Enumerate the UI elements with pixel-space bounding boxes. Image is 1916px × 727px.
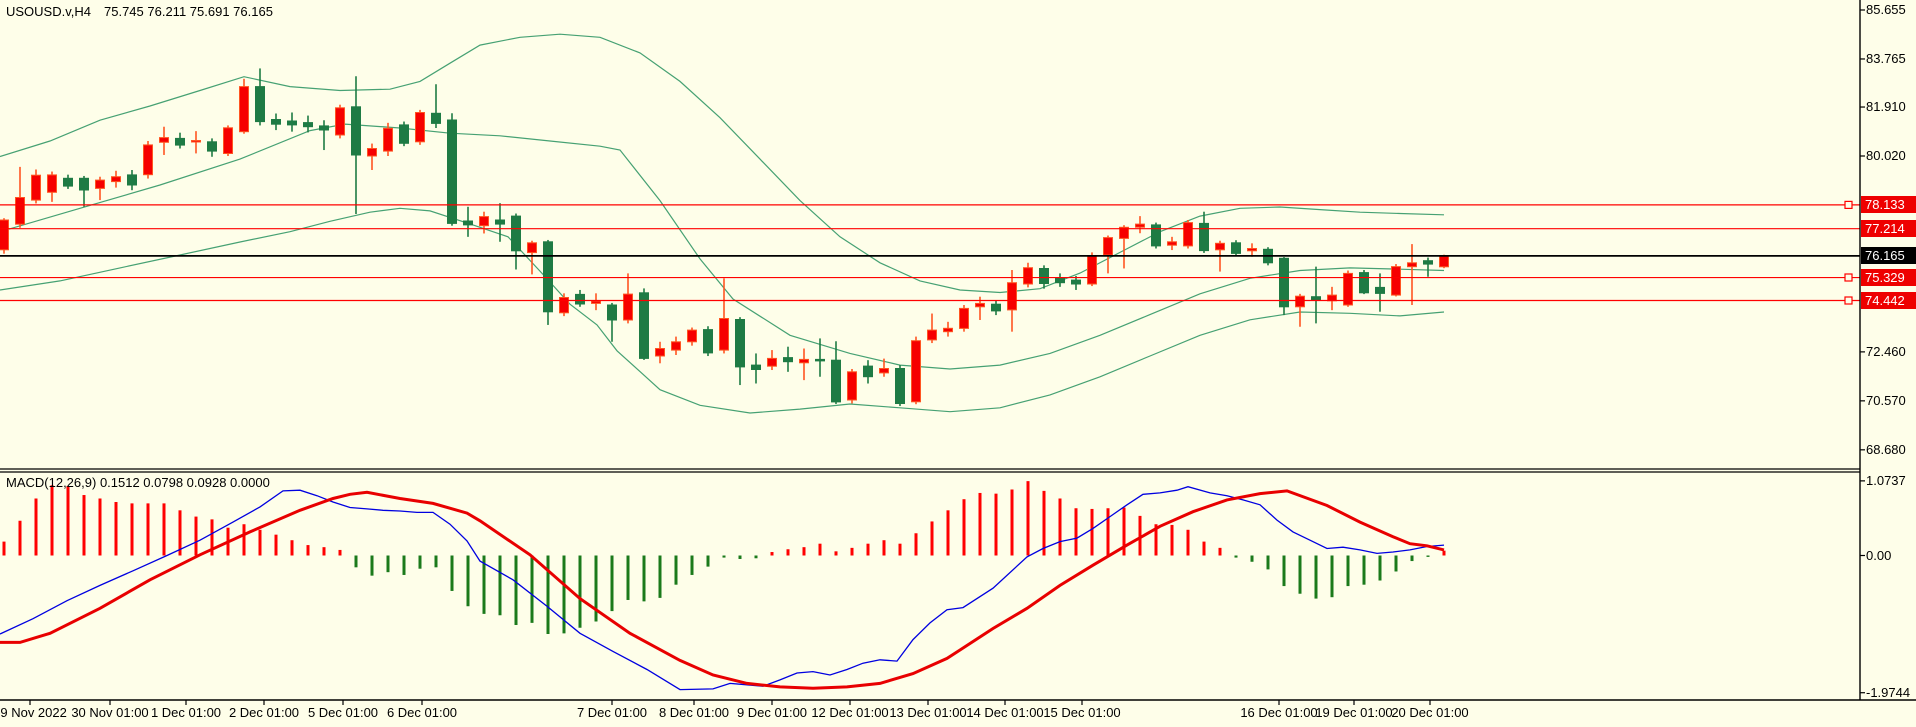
macd-histogram <box>4 481 1444 634</box>
bollinger-bands <box>0 34 1444 413</box>
price-level-lines[interactable] <box>0 201 1860 304</box>
axes-frame <box>0 0 1916 705</box>
chart-canvas[interactable] <box>0 0 1916 727</box>
candlesticks <box>0 68 1449 406</box>
macd-lines <box>0 487 1444 690</box>
trading-terminal-chart: { "header": { "symbol_timeframe": "USOUS… <box>0 0 1916 727</box>
